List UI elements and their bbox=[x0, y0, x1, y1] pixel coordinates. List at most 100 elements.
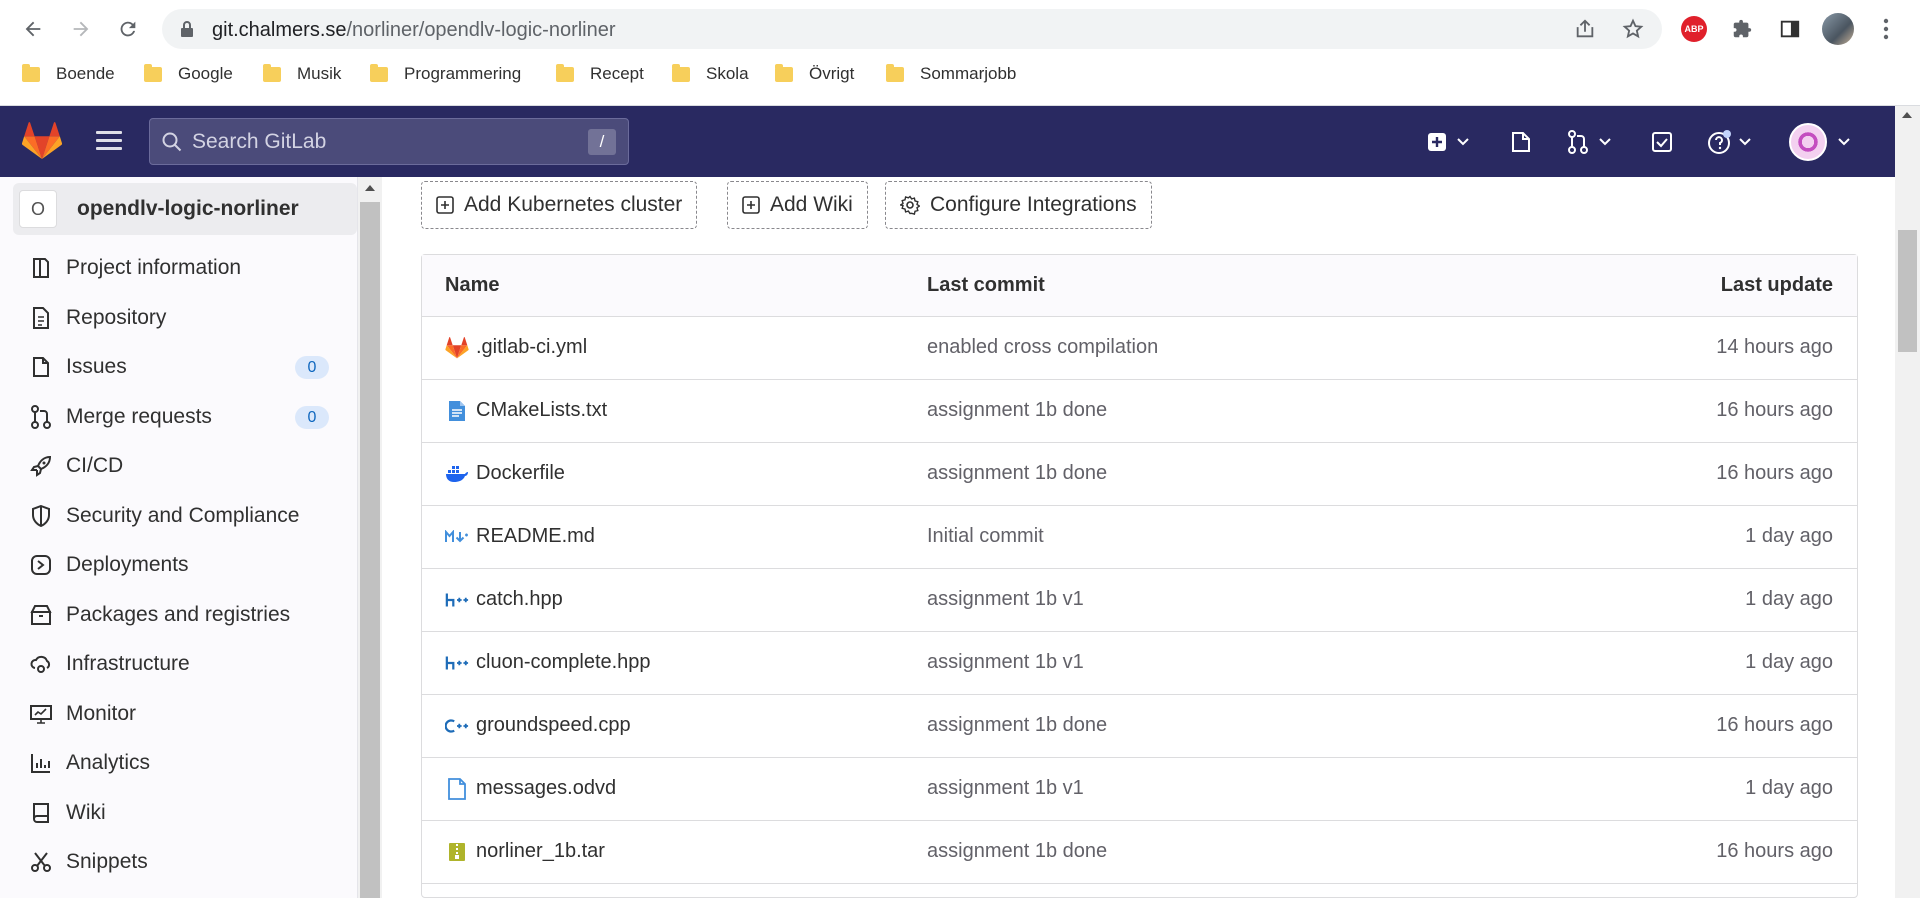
sidebar-item-security[interactable]: Security and Compliance bbox=[13, 494, 343, 538]
bookmark-label: Programmering bbox=[404, 64, 522, 83]
table-row[interactable]: catch.hpp assignment 1b v1 1 day ago bbox=[422, 569, 1857, 632]
scroll-up-arrow[interactable] bbox=[1902, 112, 1912, 118]
sidebar-item-packages[interactable]: Packages and registries bbox=[13, 593, 343, 637]
sidebar-item-wiki[interactable]: Wiki bbox=[13, 791, 343, 835]
issues-icon bbox=[1512, 132, 1530, 152]
sidebar-item-label: Security and Compliance bbox=[66, 504, 300, 527]
file-name-link[interactable]: groundspeed.cpp bbox=[476, 714, 631, 737]
hpp-icon bbox=[445, 651, 469, 675]
search-input[interactable]: Search GitLab / bbox=[149, 118, 629, 165]
rocket-icon bbox=[27, 452, 55, 480]
commit-message-link[interactable]: assignment 1b done bbox=[927, 399, 1107, 422]
help-dropdown[interactable] bbox=[1707, 128, 1751, 156]
bookmark-folder[interactable]: Sommarjobb bbox=[886, 63, 1016, 84]
table-header: Name Last commit Last update bbox=[422, 255, 1857, 317]
side-panel-button[interactable] bbox=[1772, 11, 1808, 47]
sidebar-item-label: CI/CD bbox=[66, 454, 124, 477]
table-row[interactable]: .gitlab-ci.yml enabled cross compilation… bbox=[422, 317, 1857, 380]
forward-button[interactable] bbox=[61, 9, 101, 49]
file-name-link[interactable]: CMakeLists.txt bbox=[476, 399, 607, 422]
bookmark-folder[interactable]: Programmering bbox=[370, 63, 522, 84]
sidebar-item-label: Project information bbox=[66, 256, 242, 279]
sidebar-item-analytics[interactable]: Analytics bbox=[13, 741, 343, 785]
new-item-dropdown[interactable] bbox=[1427, 128, 1469, 156]
last-update-time: 14 hours ago bbox=[1716, 336, 1833, 358]
project-header[interactable]: O opendlv-logic-norliner bbox=[13, 183, 357, 235]
sidebar-item-issues[interactable]: Issues 0 bbox=[13, 345, 343, 389]
file-name-link[interactable]: cluon-complete.hpp bbox=[476, 651, 651, 674]
sidebar-item-snippets[interactable]: Snippets bbox=[13, 840, 343, 884]
commit-message-link[interactable]: Initial commit bbox=[927, 525, 1044, 548]
commit-message-link[interactable]: enabled cross compilation bbox=[927, 336, 1158, 359]
commit-message-link[interactable]: assignment 1b done bbox=[927, 840, 1107, 863]
sidebar-item-label: Infrastructure bbox=[66, 652, 190, 675]
file-name-link[interactable]: .gitlab-ci.yml bbox=[476, 336, 587, 359]
issues-shortcut[interactable] bbox=[1510, 128, 1532, 156]
share-icon[interactable] bbox=[1574, 18, 1596, 40]
file-name-link[interactable]: norliner_1b.tar bbox=[476, 840, 605, 863]
user-avatar[interactable] bbox=[1789, 123, 1827, 161]
scroll-up-arrow[interactable] bbox=[365, 185, 375, 191]
star-icon[interactable] bbox=[1622, 18, 1644, 40]
reload-icon bbox=[120, 21, 136, 37]
browser-menu-button[interactable] bbox=[1868, 11, 1904, 47]
todos-shortcut[interactable] bbox=[1651, 128, 1673, 156]
table-row[interactable]: Dockerfile assignment 1b done 16 hours a… bbox=[422, 443, 1857, 506]
search-placeholder: Search GitLab bbox=[192, 130, 327, 153]
bookmark-folder[interactable]: Musik bbox=[263, 63, 341, 84]
commit-message-link[interactable]: assignment 1b v1 bbox=[927, 588, 1084, 611]
merge-requests-dropdown[interactable] bbox=[1567, 128, 1611, 156]
bookmark-folder[interactable]: Skola bbox=[672, 63, 749, 84]
sidebar-item-ci-cd[interactable]: CI/CD bbox=[13, 444, 343, 488]
sidebar-item-repository[interactable]: Repository bbox=[13, 296, 343, 340]
page-scrollbar-thumb[interactable] bbox=[1898, 230, 1917, 352]
add-wiki-button[interactable]: Add Wiki bbox=[727, 181, 868, 229]
sidebar-item-project-information[interactable]: Project information bbox=[13, 246, 343, 290]
cpp-icon bbox=[445, 714, 469, 738]
sidebar-item-merge-requests[interactable]: Merge requests 0 bbox=[13, 395, 343, 439]
file-name-link[interactable]: messages.odvd bbox=[476, 777, 616, 800]
bookmark-folder[interactable]: Google bbox=[144, 63, 233, 84]
commit-message-link[interactable]: assignment 1b done bbox=[927, 462, 1107, 485]
file-name-link[interactable]: catch.hpp bbox=[476, 588, 563, 611]
last-update-time: 1 day ago bbox=[1745, 525, 1833, 547]
extensions-button[interactable] bbox=[1724, 11, 1760, 47]
chevron-down-icon bbox=[1457, 138, 1469, 146]
commit-message-link[interactable]: assignment 1b v1 bbox=[927, 777, 1084, 800]
menu-icon[interactable] bbox=[96, 131, 122, 155]
shield-icon bbox=[27, 502, 55, 530]
gitlab-logo-icon[interactable] bbox=[22, 122, 62, 160]
table-row[interactable]: CMakeLists.txt assignment 1b done 16 hou… bbox=[422, 380, 1857, 443]
sidebar-item-monitor[interactable]: Monitor bbox=[13, 692, 343, 736]
table-row[interactable]: groundspeed.cpp assignment 1b done 16 ho… bbox=[422, 695, 1857, 758]
profile-button[interactable] bbox=[1820, 11, 1856, 47]
bookmark-folder[interactable]: Boende bbox=[22, 63, 115, 84]
commit-message-link[interactable]: assignment 1b v1 bbox=[927, 651, 1084, 674]
file-name-link[interactable]: README.md bbox=[476, 525, 595, 548]
back-button[interactable] bbox=[13, 9, 53, 49]
table-row[interactable]: README.md Initial commit 1 day ago bbox=[422, 506, 1857, 569]
table-row[interactable]: norliner_1b.tar assignment 1b done 16 ho… bbox=[422, 821, 1857, 884]
page-scrollbar[interactable] bbox=[1895, 106, 1920, 898]
folder-icon bbox=[556, 63, 574, 82]
file-name-link[interactable]: Dockerfile bbox=[476, 462, 565, 485]
user-menu-chevron[interactable] bbox=[1838, 128, 1850, 156]
table-row[interactable]: messages.odvd assignment 1b v1 1 day ago bbox=[422, 758, 1857, 821]
project-name: opendlv-logic-norliner bbox=[77, 197, 299, 220]
sidebar-scrollbar[interactable] bbox=[358, 177, 382, 898]
reload-button[interactable] bbox=[108, 9, 148, 49]
plus-square-icon bbox=[1428, 133, 1446, 151]
side-panel-icon bbox=[1780, 20, 1800, 38]
commit-message-link[interactable]: assignment 1b done bbox=[927, 714, 1107, 737]
sidebar-scrollbar-thumb[interactable] bbox=[360, 202, 380, 898]
configure-integrations-button[interactable]: Configure Integrations bbox=[885, 181, 1152, 229]
bookmark-folder[interactable]: Recept bbox=[556, 63, 644, 84]
table-row[interactable]: cluon-complete.hpp assignment 1b v1 1 da… bbox=[422, 632, 1857, 695]
add-kubernetes-cluster-button[interactable]: Add Kubernetes cluster bbox=[421, 181, 698, 229]
bookmark-folder[interactable]: Övrigt bbox=[775, 63, 854, 84]
sidebar-item-deployments[interactable]: Deployments bbox=[13, 543, 343, 587]
adblock-extension[interactable]: ABP bbox=[1676, 11, 1712, 47]
sidebar-item-infrastructure[interactable]: Infrastructure bbox=[13, 642, 343, 686]
address-bar[interactable]: git.chalmers.se/norliner/opendlv-logic-n… bbox=[162, 9, 1662, 49]
url-text: git.chalmers.se/norliner/opendlv-logic-n… bbox=[212, 19, 616, 41]
